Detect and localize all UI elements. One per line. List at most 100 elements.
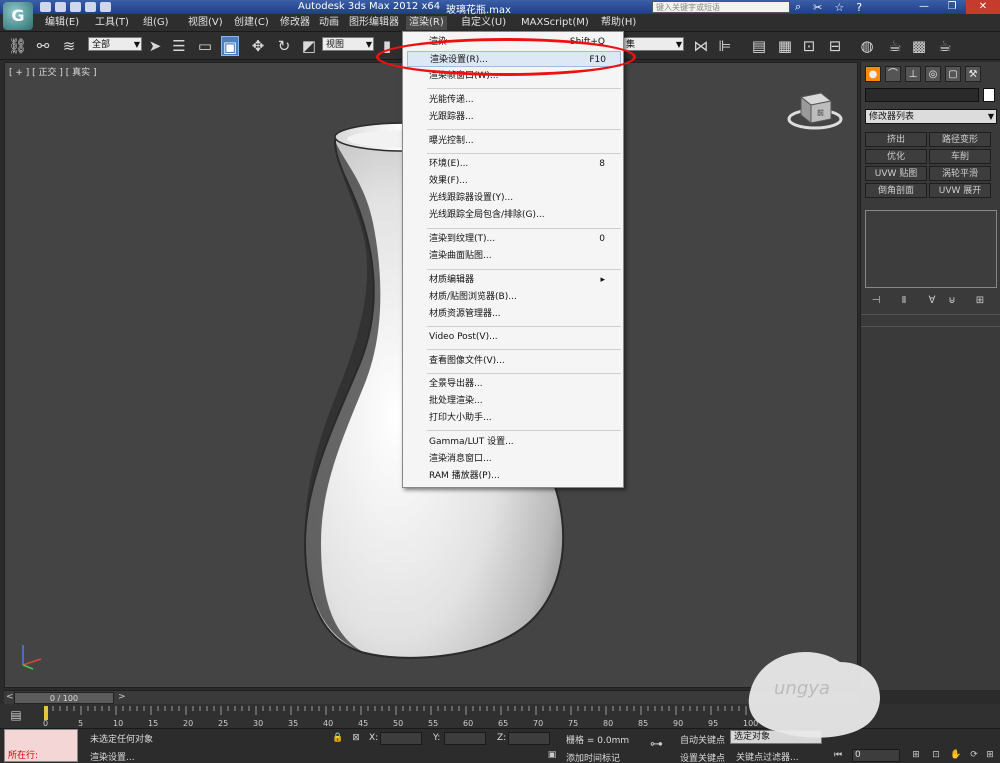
app-logo-icon[interactable]: G [3, 2, 33, 30]
add-time-tag-button[interactable]: 添加时间标记 [566, 751, 620, 763]
menu-item-view-image[interactable]: 查看图像文件(V)... [429, 353, 619, 369]
key-filters-button[interactable]: 关键点过滤器... [736, 750, 799, 763]
time-prev-button[interactable]: < [6, 692, 14, 702]
menu-group[interactable]: 组(G) [140, 16, 172, 30]
modifier-button-uvwmap[interactable]: UVW 贴图 [865, 166, 927, 181]
modifier-stack[interactable] [865, 210, 997, 288]
pin-stack-icon[interactable]: ⊣ [869, 294, 883, 308]
menu-item-print-size[interactable]: 打印大小助手... [429, 410, 619, 426]
schematic-view-icon[interactable]: ⊟ [826, 36, 844, 56]
binoculars-icon[interactable]: ⌕ [795, 0, 801, 14]
modifier-button-unwrapuvw[interactable]: UVW 展开 [929, 183, 991, 198]
menu-edit[interactable]: 编辑(E) [42, 16, 82, 30]
time-config-icon[interactable]: ⊞ [910, 749, 922, 761]
menu-item-render-setup[interactable]: 渲染设置(R)... F10 [407, 51, 621, 67]
mini-curve-editor-icon[interactable]: ▤ [10, 709, 22, 721]
menu-item-raytracer-settings[interactable]: 光线跟踪器设置(Y)... [429, 190, 619, 206]
rendered-frame-icon[interactable]: ▩ [910, 36, 928, 56]
orbit-icon[interactable]: ⟳ [968, 749, 980, 761]
utilities-tab-icon[interactable]: ⚒ [965, 66, 981, 82]
menu-item-light-tracer[interactable]: 光跟踪器... [429, 109, 619, 125]
align-icon[interactable]: ⊫ [716, 36, 734, 56]
object-color-swatch[interactable] [983, 88, 995, 102]
motion-tab-icon[interactable]: ◎ [925, 66, 941, 82]
time-next-button[interactable]: > [118, 692, 126, 702]
modifier-button-turbosmooth[interactable]: 涡轮平滑 [929, 166, 991, 181]
select-object-icon[interactable]: ➤ [146, 36, 164, 56]
menu-animation[interactable]: 动画 [316, 16, 342, 30]
menu-graph-editors[interactable]: 图形编辑器 [346, 16, 402, 30]
scale-icon[interactable]: ◩ [300, 36, 318, 56]
window-crossing-icon[interactable]: ▣ [221, 36, 239, 56]
tools-icon[interactable]: ✂ [813, 1, 822, 14]
menu-item-material-explorer[interactable]: 材质资源管理器... [429, 306, 619, 322]
menu-modifiers[interactable]: 修改器 [277, 16, 313, 30]
menu-item-render-messages[interactable]: 渲染消息窗口... [429, 451, 619, 467]
lock-icon[interactable]: 🔒 [332, 732, 344, 744]
modifier-list-dropdown[interactable]: 修改器列表 ▼ [865, 109, 997, 124]
menu-maxscript[interactable]: MAXScript(M) [518, 16, 592, 30]
menu-item-panorama[interactable]: 全景导出器... [429, 376, 619, 392]
menu-item-batch-render[interactable]: 批处理渲染... [429, 393, 619, 409]
material-editor-icon[interactable]: ◍ [858, 36, 876, 56]
time-slider-thumb[interactable]: 0 / 100 [14, 692, 114, 704]
current-frame-field[interactable]: 0 [852, 749, 900, 762]
menu-item-render[interactable]: 渲染 Shift+Q [429, 34, 619, 50]
menu-item-render-to-texture[interactable]: 渲染到纹理(T)... 0 [429, 231, 619, 247]
render-setup-icon[interactable]: ☕ [886, 36, 904, 56]
selection-filter-dropdown[interactable]: 全部 ▼ [88, 37, 142, 51]
star-icon[interactable]: ☆ [834, 1, 844, 14]
menu-item-rendered-frame[interactable]: 渲染帧窗口(W)... [429, 68, 619, 84]
named-selection-dropdown[interactable]: 集 ▼ [622, 37, 684, 51]
open-file-icon[interactable] [55, 2, 66, 12]
create-tab-icon[interactable]: ● [865, 66, 881, 82]
close-button[interactable]: ✕ [966, 0, 1000, 14]
help-icon[interactable]: ? [856, 1, 862, 14]
x-coord-field[interactable] [380, 732, 422, 745]
undo-icon[interactable] [85, 2, 96, 12]
transform-mode-icon[interactable]: ⊠ [350, 732, 362, 744]
menu-item-radiosity[interactable]: 光能传递... [429, 92, 619, 108]
menu-item-render-surface-map[interactable]: 渲染曲面贴图... [429, 248, 619, 264]
set-key-button[interactable]: 设置关键点 [680, 751, 725, 763]
zoom-extents-icon[interactable]: ⊡ [930, 749, 942, 761]
menu-views[interactable]: 视图(V) [185, 16, 226, 30]
menu-item-material-browser[interactable]: 材质/贴图浏览器(B)... [429, 289, 619, 305]
modifier-button-lathe[interactable]: 车削 [929, 149, 991, 164]
reference-coord-dropdown[interactable]: 视图 ▼ [322, 37, 374, 51]
maximize-viewport-icon[interactable]: ⊞ [984, 749, 996, 761]
remove-modifier-icon[interactable]: ⊎ [945, 294, 959, 308]
graphite-ribbon-icon[interactable]: ▦ [776, 36, 794, 56]
layer-manager-icon[interactable]: ▤ [750, 36, 768, 56]
hierarchy-tab-icon[interactable]: ⊥ [905, 66, 921, 82]
restore-button[interactable]: ❐ [938, 0, 966, 14]
menu-customize[interactable]: 自定义(U) [458, 16, 509, 30]
search-input[interactable]: 键入关键字或短语 [652, 1, 790, 13]
track-ruler[interactable]: 0 5 10 15 20 25 30 35 40 45 50 55 60 65 70 75 80 85 90 95 10… [38, 706, 818, 728]
menu-rendering[interactable]: 渲染(R) [406, 16, 447, 30]
menu-item-ram-player[interactable]: RAM 播放器(P)... [429, 468, 619, 484]
menu-item-video-post[interactable]: Video Post(V)... [429, 329, 619, 345]
unlink-icon[interactable]: ⚯ [34, 36, 52, 56]
modify-tab-icon[interactable]: ⌒ [885, 66, 901, 82]
display-tab-icon[interactable]: ▢ [945, 66, 961, 82]
menu-item-raytrace-exclude[interactable]: 光线跟踪全局包含/排除(G)... [429, 207, 619, 223]
rotate-icon[interactable]: ↻ [275, 36, 293, 56]
bind-spacewarp-icon[interactable]: ≋ [60, 36, 78, 56]
select-by-name-icon[interactable]: ☰ [170, 36, 188, 56]
menu-item-exposure[interactable]: 曝光控制... [429, 133, 619, 149]
menu-tools[interactable]: 工具(T) [92, 16, 132, 30]
menu-help[interactable]: 帮助(H) [598, 16, 639, 30]
menu-item-material-editor[interactable]: 材质编辑器 ▸ [429, 272, 619, 288]
menu-create[interactable]: 创建(C) [231, 16, 272, 30]
rect-selection-icon[interactable]: ▭ [196, 36, 214, 56]
pivot-icon[interactable]: ▮ [378, 36, 396, 56]
current-frame-marker[interactable] [44, 706, 48, 720]
save-file-icon[interactable] [70, 2, 81, 12]
menu-item-effects[interactable]: 效果(F)... [429, 173, 619, 189]
pan-view-icon[interactable]: ✋ [950, 749, 962, 761]
viewcube-icon[interactable] [799, 92, 833, 125]
y-coord-field[interactable] [444, 732, 486, 745]
configure-sets-icon[interactable]: ⊞ [973, 294, 987, 308]
auto-key-button[interactable]: 自动关键点 [680, 733, 725, 746]
